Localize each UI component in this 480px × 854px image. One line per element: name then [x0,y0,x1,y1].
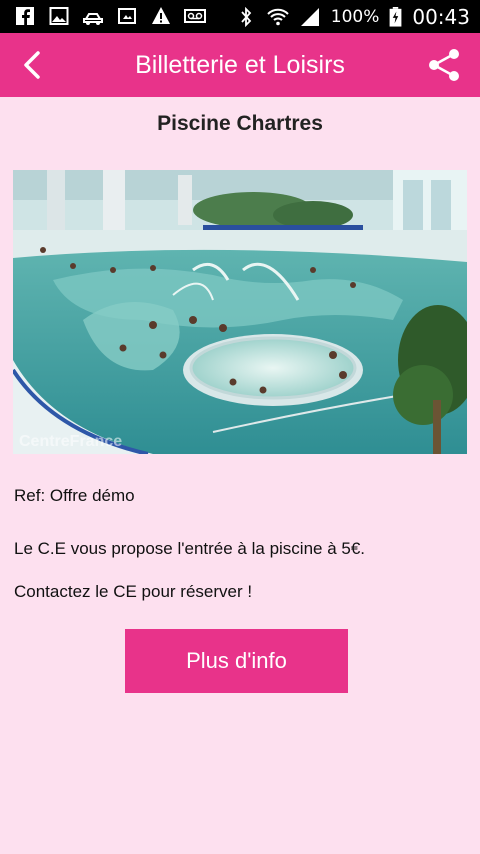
bluetooth-icon [241,6,251,27]
more-info-button[interactable]: Plus d'info [125,629,348,693]
app-bar-title: Billetterie et Loisirs [135,51,345,79]
offer-description: Le C.E vous propose l'entrée à la piscin… [14,539,366,558]
battery-icon [389,6,402,27]
page-title: Piscine Chartres [157,112,323,135]
warning-icon [152,7,170,24]
notification-icons [14,6,206,26]
share-icon[interactable] [426,47,462,83]
facebook-icon [16,7,34,25]
contact-text: Contactez le CE pour réserver ! [14,582,253,601]
offer-reference: Ref: Offre démo [14,486,135,505]
image-watermark: CentreFrance [19,433,122,450]
screenshot-icon [118,8,136,24]
wifi-icon [267,8,289,25]
voicemail-icon [184,9,206,23]
app-bar: Billetterie et Loisirs [0,33,480,97]
pool-photo: CentreFrance [13,170,467,454]
gallery-icon [49,7,69,25]
car-icon [83,13,103,25]
system-icons: 100% 00:43 [235,0,470,33]
clock: 00:43 [412,4,470,29]
battery-percentage: 100% [330,6,380,27]
signal-icon [300,7,319,26]
status-bar: 100% 00:43 [0,0,480,33]
